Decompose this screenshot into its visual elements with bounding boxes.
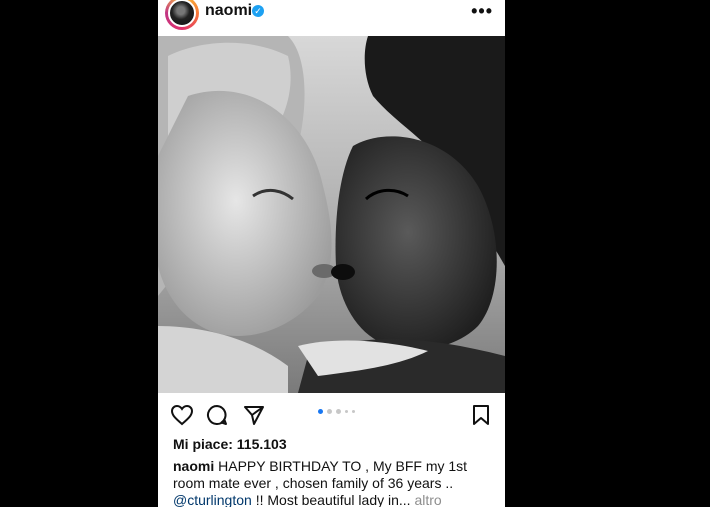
- instagram-post: naomi ✓ ••• Mi piace: 115.103 naomi HAPP…: [158, 0, 505, 507]
- more-options-icon[interactable]: •••: [471, 1, 493, 22]
- carousel-dot: [345, 410, 348, 413]
- caption-text: HAPPY BIRTHDAY TO , My BFF my 1st room m…: [173, 458, 468, 491]
- verified-badge-icon: ✓: [252, 5, 264, 17]
- share-icon[interactable]: [242, 403, 266, 427]
- carousel-dot: [318, 409, 323, 414]
- post-actions: [158, 400, 505, 428]
- avatar-story-ring[interactable]: [165, 0, 199, 30]
- post-header: naomi ✓ •••: [158, 0, 505, 34]
- caption-more-link[interactable]: altro: [414, 492, 441, 507]
- username[interactable]: naomi: [205, 2, 252, 20]
- carousel-dot: [336, 409, 341, 414]
- bookmark-icon[interactable]: [469, 403, 493, 427]
- likes-count[interactable]: Mi piace: 115.103: [173, 436, 287, 452]
- caption-username[interactable]: naomi: [173, 458, 214, 474]
- photo-illustration: [158, 36, 505, 393]
- carousel-dot: [327, 409, 332, 414]
- caption-mention[interactable]: @cturlington: [173, 492, 252, 507]
- post-caption: naomi HAPPY BIRTHDAY TO , My BFF my 1st …: [173, 458, 493, 507]
- post-photo[interactable]: [158, 36, 505, 393]
- avatar[interactable]: [168, 0, 196, 27]
- carousel-dot: [352, 410, 355, 413]
- caption-text-continued: !! Most beautiful lady in...: [251, 492, 415, 507]
- carousel-indicator: [318, 409, 355, 414]
- comment-icon[interactable]: [205, 403, 229, 427]
- heart-icon[interactable]: [170, 403, 194, 427]
